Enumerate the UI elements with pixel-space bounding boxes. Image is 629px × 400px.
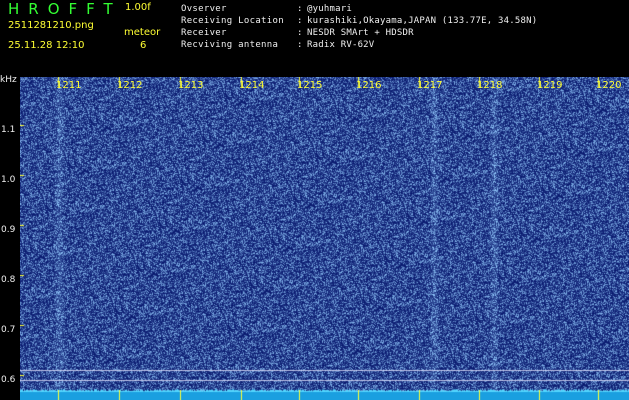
spectrogram-canvas [20,77,629,400]
y-axis-label: kHz [0,75,17,85]
x-tick-label: 1218 [477,80,503,91]
x-tick-label: 1220 [596,80,622,91]
mode-label: meteor [124,27,161,38]
info-value-receiver: NESDR SMArt + HDSDR [307,28,414,38]
info-label-location: Receiving Location [181,16,284,26]
timestamp-label: 25.11.28 12:10 [8,40,85,51]
info-value-observer: @yuhmari [307,4,352,14]
count-label: 6 [140,40,147,51]
x-tick-label: 1215 [297,80,323,91]
info-colon: : [297,16,303,26]
x-tick-label: 1213 [178,80,204,91]
y-tick-label: 1.0 [1,175,16,185]
x-tick-label: 1219 [537,80,563,91]
info-colon: : [297,4,303,14]
filename-label: 2511281210.png [8,20,94,31]
x-tick-label: 1217 [417,80,443,91]
info-label-observer: Ovserver [181,4,227,14]
x-tick-label: 1214 [239,80,265,91]
y-tick-label: 0.7 [1,325,16,335]
x-tick-label: 1212 [117,80,143,91]
header-panel: HROFFT 1.00f 2511281210.png meteor 25.11… [0,0,629,76]
version-label: 1.00f [125,2,151,13]
x-tick-label: 1216 [356,80,382,91]
y-tick-label: 1.1 [1,125,16,135]
info-value-location: kurashiki,Okayama,JAPAN (133.77E, 34.58N… [307,16,538,26]
info-colon: : [297,40,303,50]
app-title: HROFFT [8,0,122,18]
info-label-receiver: Receiver [181,28,227,38]
info-label-antenna: Recviving antenna [181,40,279,50]
info-value-antenna: Radix RV-62V [307,40,375,50]
y-tick-label: 0.9 [1,225,16,235]
y-tick-label: 0.6 [1,375,16,385]
x-tick-label: 1211 [56,80,82,91]
info-colon: : [297,28,303,38]
y-tick-label: 0.8 [1,275,16,285]
